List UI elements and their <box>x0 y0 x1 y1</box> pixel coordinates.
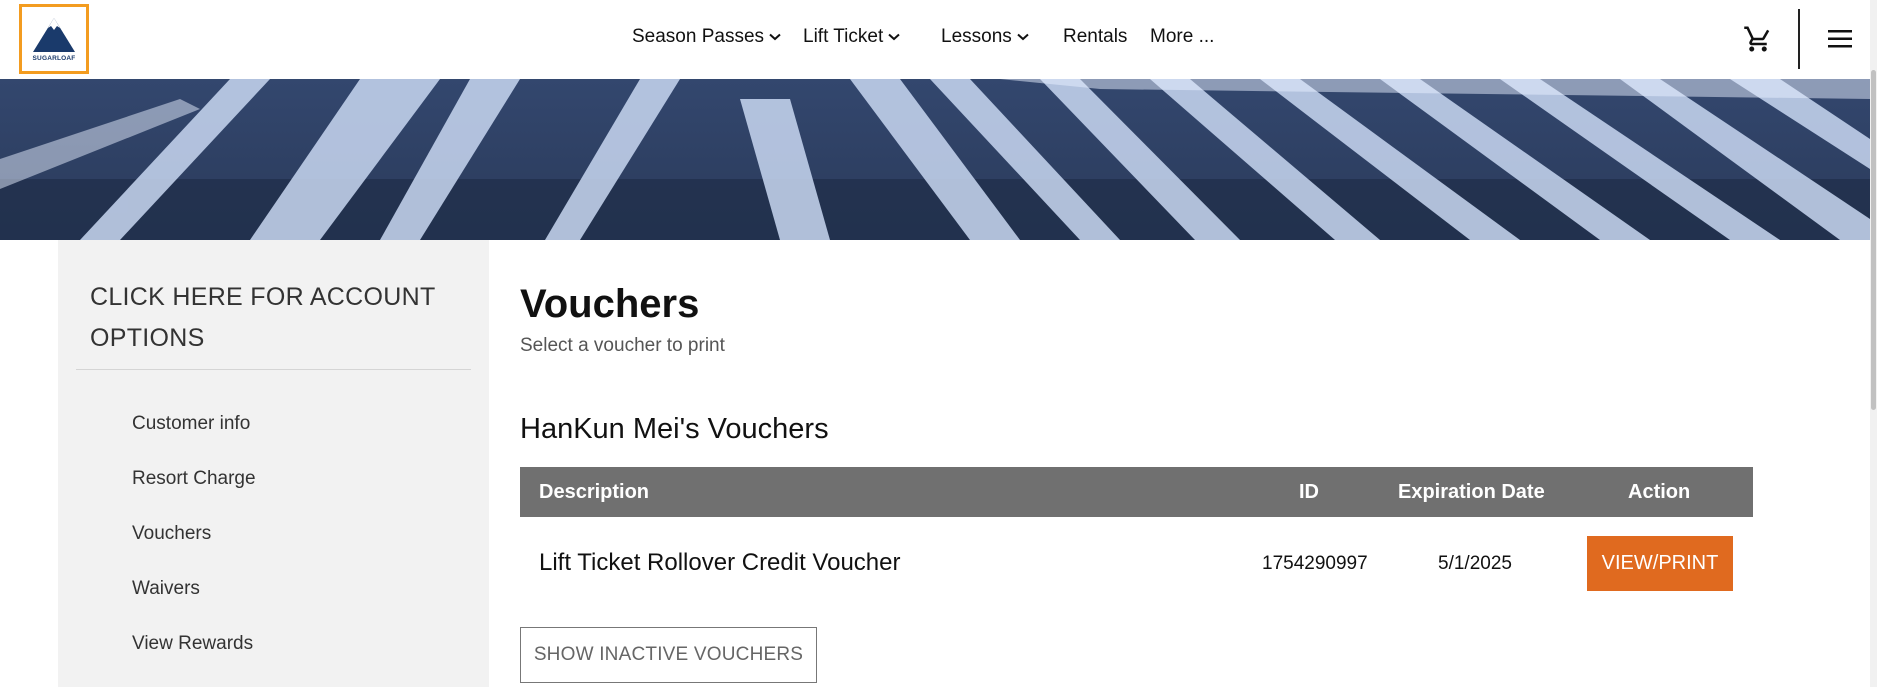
nav-rentals[interactable]: Rentals <box>1063 26 1127 48</box>
nav-label: Lessons <box>941 26 1012 47</box>
site-header: SUGARLOAF Season Passes Lift Ticket Less… <box>0 0 1870 79</box>
nav-label: Lift Ticket <box>803 26 884 47</box>
account-sidebar: CLICK HERE FOR ACCOUNT OPTIONS Customer … <box>58 240 489 687</box>
sidebar-item-view-rewards[interactable]: View Rewards <box>132 633 253 655</box>
nav-more[interactable]: More ... <box>1150 26 1214 48</box>
table-row: Lift Ticket Rollover Credit Voucher 1754… <box>520 517 1753 610</box>
voucher-expiration: 5/1/2025 <box>1438 553 1512 574</box>
scrollbar-thumb[interactable] <box>1871 70 1876 410</box>
mountain-logo-icon <box>33 18 75 52</box>
chevron-down-icon <box>888 33 900 41</box>
header-divider <box>1798 9 1800 69</box>
column-header-action: Action <box>1628 481 1691 503</box>
page-scrollbar[interactable] <box>1870 0 1877 687</box>
sidebar-item-waivers[interactable]: Waivers <box>132 578 200 600</box>
column-header-description: Description <box>539 481 650 503</box>
sugarloaf-logo[interactable]: SUGARLOAF <box>19 4 89 74</box>
sidebar-item-resort-charge[interactable]: Resort Charge <box>132 468 256 490</box>
sidebar-item-vouchers[interactable]: Vouchers <box>132 523 211 545</box>
nav-label: More ... <box>1150 26 1215 47</box>
nav-label: Rentals <box>1063 26 1128 47</box>
nav-label: Season Passes <box>632 26 765 47</box>
voucher-description: Lift Ticket Rollover Credit Voucher <box>539 549 901 576</box>
voucher-id: 1754290997 <box>1262 553 1368 574</box>
hero-banner-image <box>0 79 1870 240</box>
nav-season-passes[interactable]: Season Passes <box>632 26 781 48</box>
nav-lift-ticket[interactable]: Lift Ticket <box>803 26 900 48</box>
vouchers-section-title: HanKun Mei's Vouchers <box>520 413 829 445</box>
sidebar-divider <box>76 369 471 370</box>
mountain-trails-illustration <box>0 79 1870 240</box>
vouchers-table: Description ID Expiration Date Action Li… <box>520 467 1753 610</box>
column-header-id: ID <box>1299 481 1319 503</box>
show-inactive-vouchers-button[interactable]: SHOW INACTIVE VOUCHERS <box>520 627 817 683</box>
column-header-expiration-date: Expiration Date <box>1398 481 1545 503</box>
view-print-button[interactable]: VIEW/PRINT <box>1587 536 1733 591</box>
logo-wordmark: SUGARLOAF <box>32 55 76 62</box>
account-options-toggle[interactable]: CLICK HERE FOR ACCOUNT OPTIONS <box>90 277 450 359</box>
page-subtitle: Select a voucher to print <box>520 335 725 356</box>
table-header: Description ID Expiration Date Action <box>520 467 1753 517</box>
page-title: Vouchers <box>520 282 700 326</box>
chevron-down-icon <box>1017 33 1029 41</box>
hamburger-menu-icon[interactable] <box>1826 26 1854 52</box>
sidebar-item-customer-info[interactable]: Customer info <box>132 413 250 435</box>
nav-lessons[interactable]: Lessons <box>941 26 1029 48</box>
cart-icon[interactable] <box>1743 24 1773 54</box>
chevron-down-icon <box>769 33 781 41</box>
